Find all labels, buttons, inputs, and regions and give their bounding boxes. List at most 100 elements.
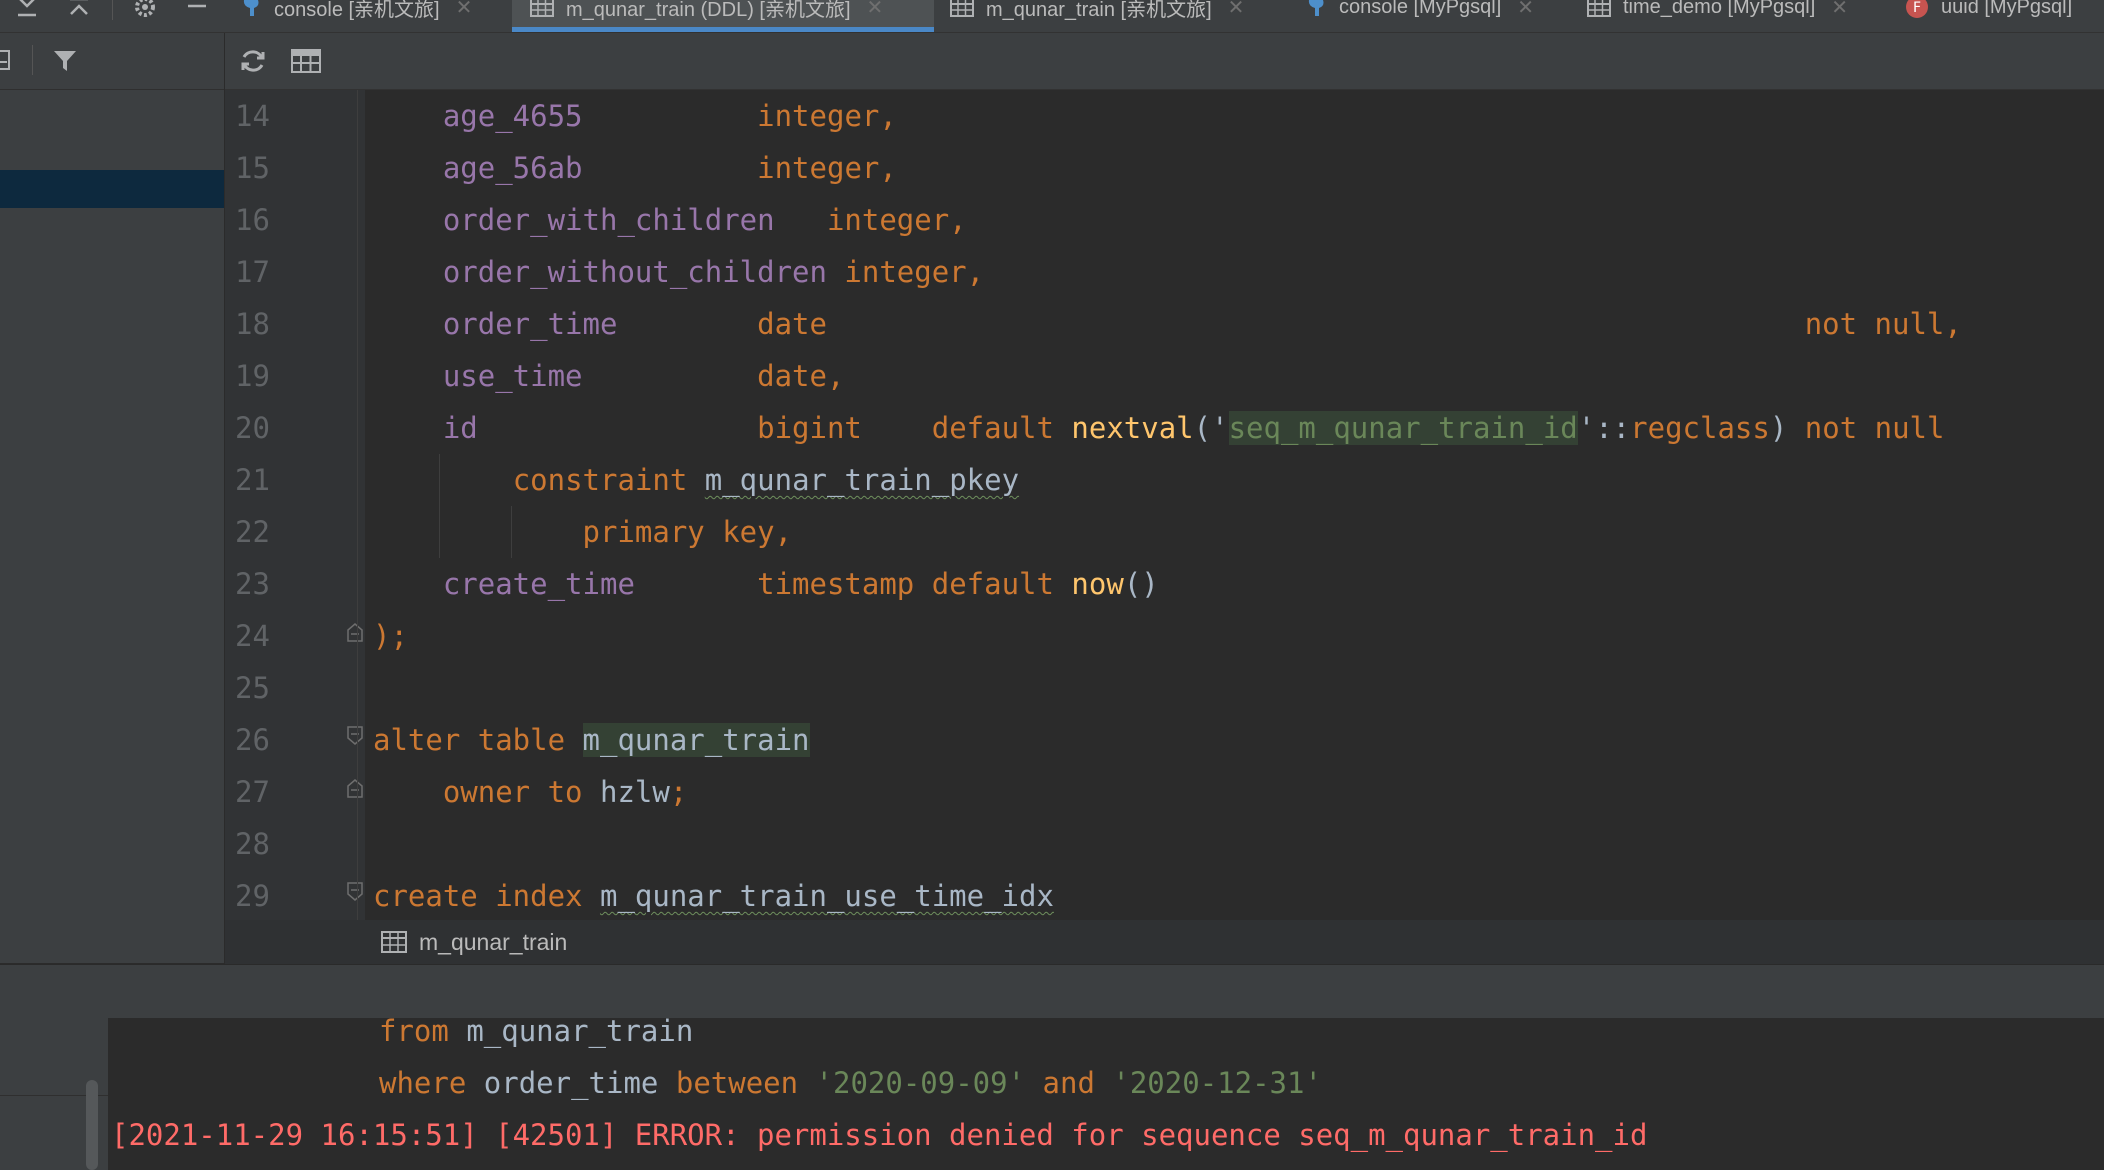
keyword: from — [379, 1014, 449, 1048]
tab-label: console [亲机文旅] — [274, 0, 440, 21]
column-type: integer, — [826, 203, 967, 237]
line-number: 24 — [235, 619, 270, 653]
code-line: use_time date, — [373, 350, 845, 402]
table-icon — [381, 931, 407, 953]
close-icon[interactable]: ✕ — [867, 0, 884, 20]
console-query-line: where order_time between '2020-09-09' an… — [379, 1057, 1322, 1109]
keyword: between — [675, 1066, 799, 1100]
table-view-icon[interactable] — [291, 49, 321, 78]
minimize-icon[interactable] — [182, 0, 212, 22]
tab-label: time_demo [MyPgsql] — [1623, 0, 1816, 18]
keyword: create index — [373, 879, 583, 913]
line-number: 17 — [235, 255, 270, 289]
identifier: m_qunar_train — [582, 723, 810, 757]
column-name: create_time — [442, 567, 635, 601]
sql-editor[interactable]: 14 15 16 17 18 19 20 21 22 23 24 25 26 2… — [225, 90, 2104, 920]
punctuation: ; — [669, 775, 688, 809]
fold-end-icon[interactable] — [347, 622, 363, 642]
fold-start-icon[interactable] — [347, 882, 363, 902]
code-line: create_time timestamp default now() — [373, 558, 1159, 610]
tab-label: console [MyPgsql] — [1339, 0, 1502, 18]
column-type: bigint — [757, 411, 862, 445]
punctuation: () — [1123, 567, 1159, 601]
line-number: 16 — [235, 203, 270, 237]
output-console[interactable]: from m_qunar_train where order_time betw… — [0, 1014, 2104, 1170]
code-line: owner to hzlw; — [373, 766, 687, 818]
tab-uuid[interactable]: F uuid [MyPgsql] — [1905, 0, 2104, 32]
column-name: age_56ab — [442, 151, 583, 185]
breadcrumb-label: m_qunar_train — [419, 928, 568, 955]
line-number: 28 — [235, 827, 270, 861]
close-icon[interactable]: ✕ — [1228, 0, 1245, 20]
table-icon — [1587, 0, 1611, 17]
line-number: 19 — [235, 359, 270, 393]
line-number: 14 — [235, 99, 270, 133]
table-icon — [530, 0, 554, 17]
error-message: [2021-11-29 16:15:51] [42501] ERROR: per… — [111, 1118, 1648, 1152]
breadcrumb[interactable]: m_qunar_train — [225, 920, 2104, 964]
column-type: timestamp — [757, 567, 915, 601]
closing-paren: ); — [373, 619, 408, 653]
column-type: integer, — [844, 255, 985, 289]
services-panel-header — [0, 964, 2104, 1019]
code-line: order_with_children integer, — [373, 194, 967, 246]
panel-icon[interactable] — [0, 48, 14, 77]
line-number: 20 — [235, 411, 270, 445]
keyword: primary key — [582, 515, 775, 549]
constraint-not-null: not null — [1804, 411, 1945, 445]
keyword: alter table — [373, 723, 566, 757]
editor-tab-bar: console [亲机文旅] ✕ m_qunar_train (DDL) [亲机… — [0, 0, 2104, 33]
string-literal: '2020-12-31' — [1112, 1066, 1322, 1100]
tab-console-qinji[interactable]: console [亲机文旅] ✕ — [240, 0, 508, 32]
table-icon — [950, 0, 974, 17]
default-keyword: default — [931, 411, 1054, 445]
function-call: now — [1071, 567, 1124, 601]
close-icon[interactable]: ✕ — [1517, 0, 1534, 20]
selected-tree-node[interactable] — [0, 170, 224, 208]
tab-time-demo[interactable]: time_demo [MyPgsql] ✕ — [1587, 0, 1877, 32]
fold-start-icon[interactable] — [347, 726, 363, 746]
scrollbar-thumb[interactable] — [86, 1080, 98, 1170]
code-line: create index m_qunar_train_use_time_idx — [373, 870, 1054, 920]
tab-m-qunar-train-ddl[interactable]: m_qunar_train (DDL) [亲机文旅] ✕ — [512, 0, 934, 32]
line-number: 26 — [235, 723, 270, 757]
column-type: integer, — [757, 151, 897, 185]
line-number: 29 — [235, 879, 270, 913]
identifier: m_qunar_train_pkey — [704, 463, 1020, 497]
close-icon[interactable]: ✕ — [1831, 0, 1848, 20]
column-type: date — [757, 307, 827, 341]
column-name: order_without_children — [442, 255, 827, 289]
tab-label: m_qunar_train (DDL) [亲机文旅] — [566, 0, 851, 21]
postgres-elephant-icon — [1305, 0, 1327, 18]
keyword: and — [1042, 1066, 1095, 1100]
expand-all-icon[interactable] — [12, 0, 42, 22]
fold-end-icon[interactable] — [347, 778, 363, 798]
refresh-icon[interactable] — [239, 47, 267, 80]
tab-m-qunar-train[interactable]: m_qunar_train [亲机文旅] ✕ — [950, 0, 1288, 32]
keyword: owner to — [442, 775, 583, 809]
line-number: 18 — [235, 307, 270, 341]
column-name: use_time — [442, 359, 583, 393]
code-line: order_time date not null, — [373, 298, 1962, 350]
code-line: age_4655 integer, — [373, 90, 897, 142]
punctuation: , — [774, 515, 793, 549]
tab-console-mypgsql[interactable]: console [MyPgsql] ✕ — [1305, 0, 1567, 32]
identifier: hzlw — [600, 775, 670, 809]
gear-icon[interactable] — [130, 0, 160, 22]
line-number: 22 — [235, 515, 270, 549]
function-icon: F — [1905, 0, 1929, 19]
column-name: order_time — [442, 307, 618, 341]
identifier: m_qunar_train — [466, 1014, 694, 1048]
console-query-line: from m_qunar_train — [379, 1005, 693, 1057]
code-line: ); — [373, 610, 408, 662]
line-number: 25 — [235, 671, 270, 705]
keyword: constraint — [512, 463, 688, 497]
code-line: id bigint default nextval('seq_m_qunar_t… — [373, 402, 1944, 454]
collapse-all-icon[interactable] — [64, 0, 94, 22]
svg-text:F: F — [1913, 0, 1921, 16]
filter-icon[interactable] — [52, 48, 78, 79]
close-icon[interactable]: ✕ — [456, 0, 473, 20]
constraint-not-null: not null, — [1804, 307, 1962, 341]
punctuation: ':: — [1577, 411, 1631, 445]
line-number: 23 — [235, 567, 270, 601]
